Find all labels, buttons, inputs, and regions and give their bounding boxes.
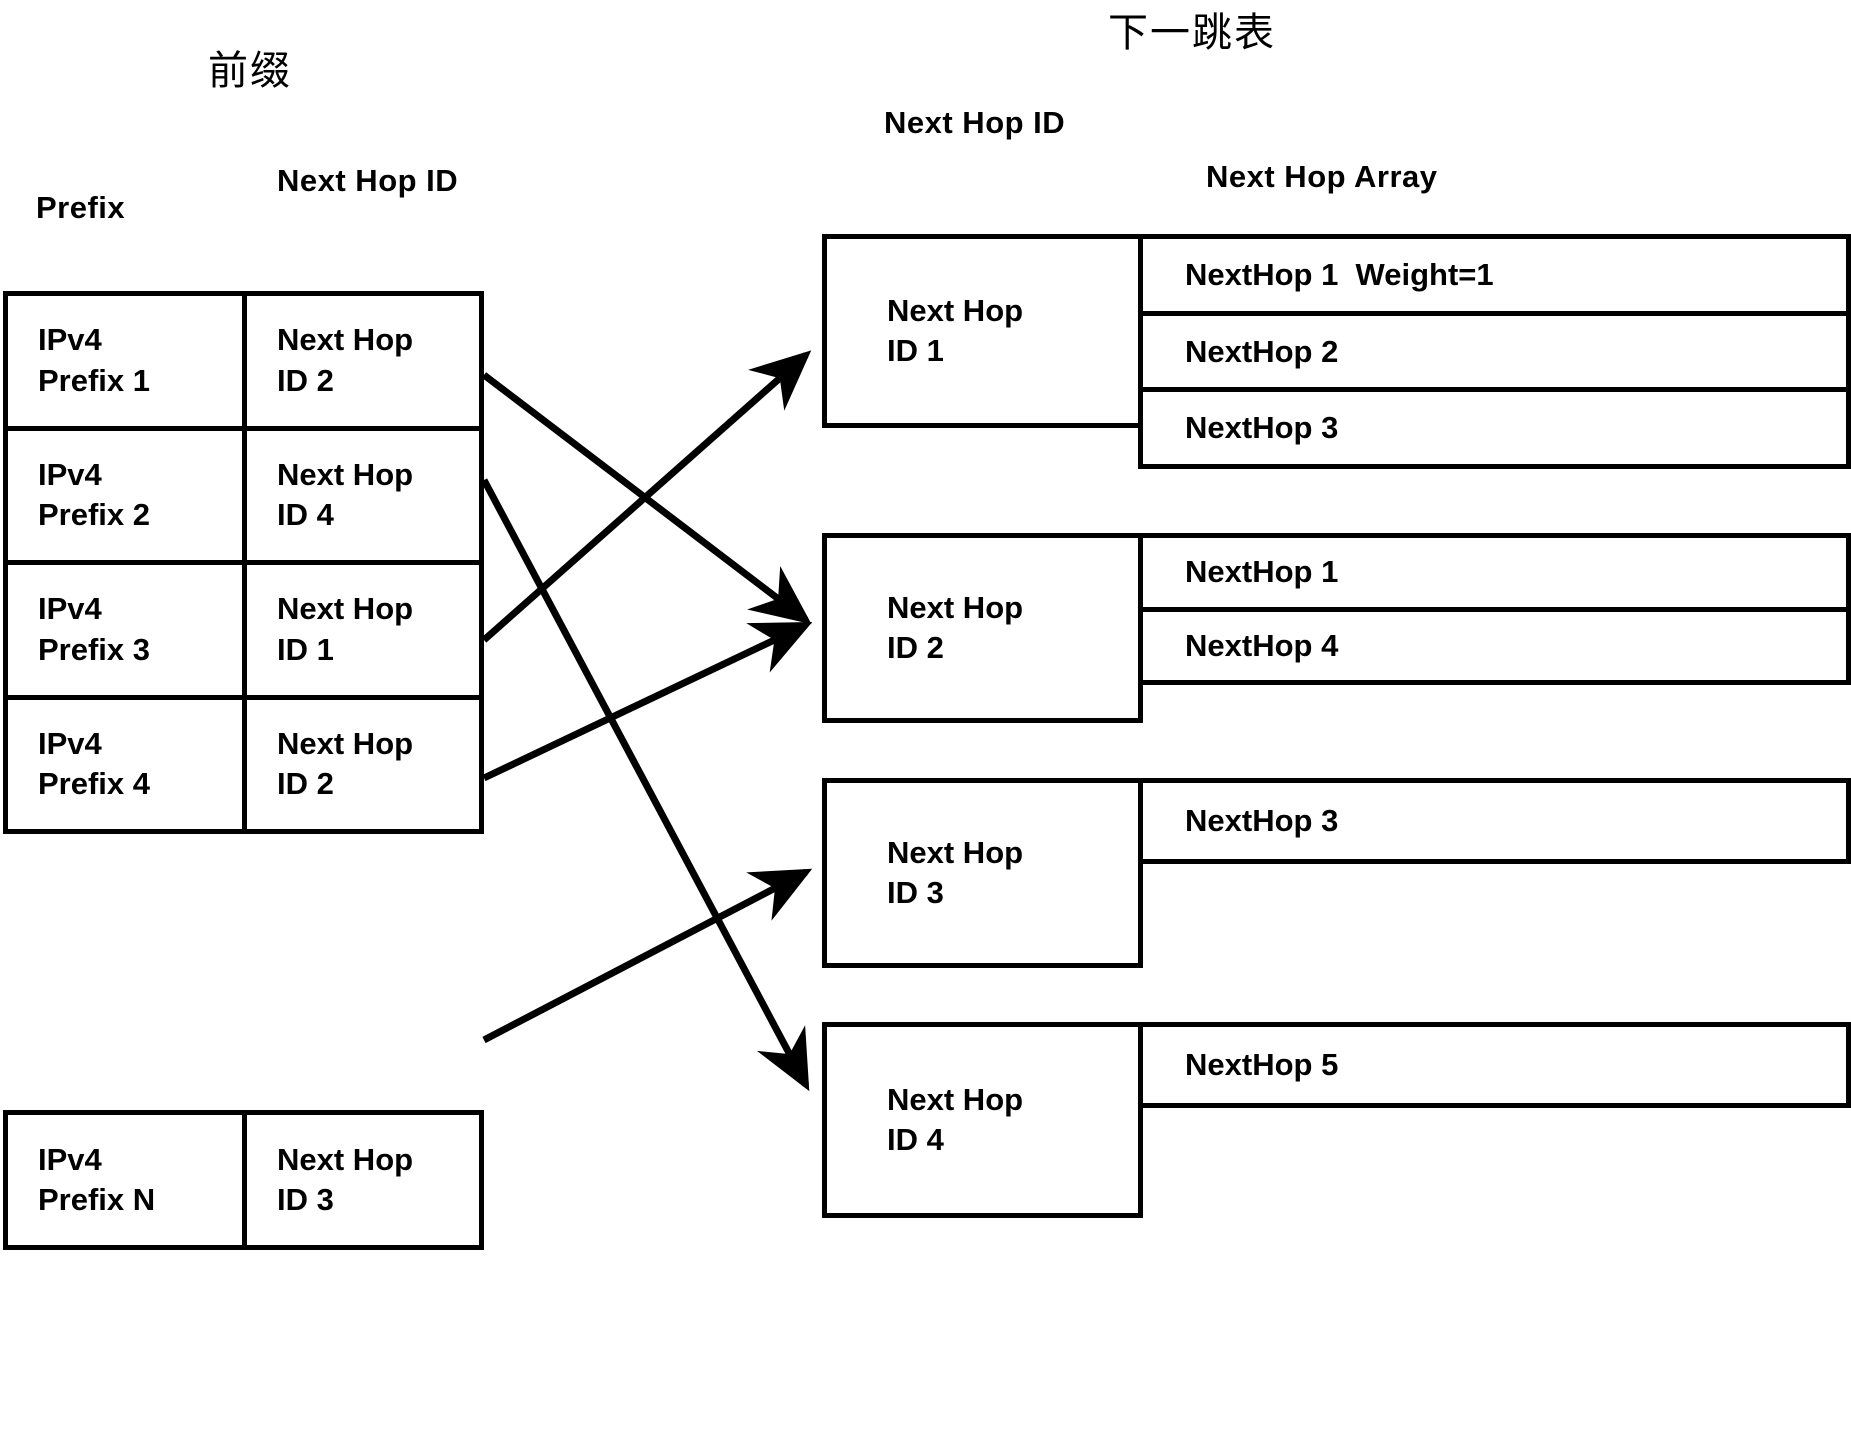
- table-row[interactable]: IPv4 Prefix 2 Next Hop ID 4: [8, 430, 479, 565]
- next-hop-id-cell: Next Hop ID 1: [277, 591, 414, 667]
- prefix-column-header: Prefix: [36, 190, 126, 225]
- table-row[interactable]: IPv4 Prefix 3 Next Hop ID 1: [8, 565, 479, 700]
- next-hop-block-2: Next Hop ID 2 NextHop 1 NextHop 4: [822, 533, 1851, 723]
- left-next-hop-id-column-header: Next Hop ID: [277, 163, 459, 198]
- arrow-prefix4-to-id2: [482, 621, 813, 782]
- next-hop-id-cell: Next Hop ID 4: [277, 456, 414, 533]
- table-row[interactable]: IPv4 Prefix 4 Next Hop ID 2: [8, 699, 479, 829]
- arrow-prefixN-to-id3: [482, 868, 813, 1044]
- next-hop-block-3: Next Hop ID 3 NextHop 3: [822, 778, 1851, 968]
- prefix-cell: IPv4 Prefix 3: [8, 565, 247, 695]
- right-next-hop-id-column-header: Next Hop ID: [884, 105, 1066, 140]
- next-hop-block-1: Next Hop ID 1 NextHop 1 Weight=1 NextHop…: [822, 234, 1851, 469]
- arrow-prefix3-to-id1: [481, 350, 812, 643]
- arrow-prefix1-to-id2: [481, 372, 812, 625]
- next-hop-id-box[interactable]: Next Hop ID 2: [822, 533, 1143, 723]
- next-hop-id-cell: Next Hop ID 2: [277, 322, 414, 398]
- next-hop-array-box: NextHop 1 NextHop 4: [1138, 533, 1851, 685]
- next-hop-array-item[interactable]: NextHop 5: [1143, 1027, 1846, 1103]
- arrow-prefix2-to-id4: [480, 478, 810, 1092]
- next-hop-block-4: Next Hop ID 4 NextHop 5: [822, 1022, 1851, 1218]
- prefix-cell: IPv4 Prefix N: [8, 1115, 247, 1245]
- prefix-table: IPv4 Prefix 1 Next Hop ID 2 IPv4 Prefix …: [3, 291, 484, 834]
- table-row[interactable]: IPv4 Prefix N Next Hop ID 3: [8, 1115, 479, 1245]
- next-hop-id-cell: Next Hop ID 3: [277, 1141, 414, 1217]
- left-section-title: 前缀: [208, 48, 292, 94]
- next-hop-array-item[interactable]: NextHop 3: [1143, 392, 1846, 464]
- right-section-title: 下一跳表: [1108, 10, 1276, 56]
- next-hop-array-item[interactable]: NextHop 1: [1143, 538, 1846, 612]
- next-hop-array-box: NextHop 5: [1138, 1022, 1851, 1108]
- next-hop-array-item[interactable]: NextHop 2: [1143, 316, 1846, 393]
- prefix-cell: IPv4 Prefix 4: [8, 699, 247, 829]
- table-row[interactable]: IPv4 Prefix 1 Next Hop ID 2: [8, 296, 479, 431]
- next-hop-array-item[interactable]: NextHop 1 Weight=1: [1143, 239, 1846, 316]
- next-hop-id-box[interactable]: Next Hop ID 3: [822, 778, 1143, 968]
- prefix-cell: IPv4 Prefix 2: [8, 430, 247, 560]
- next-hop-array-box: NextHop 1 Weight=1 NextHop 2 NextHop 3: [1138, 234, 1851, 469]
- diagram-canvas: 前缀 下一跳表 Prefix Next Hop ID Next Hop ID N…: [0, 0, 1851, 1429]
- next-hop-array-box: NextHop 3: [1138, 778, 1851, 864]
- next-hop-id-cell: Next Hop ID 2: [277, 725, 414, 802]
- next-hop-array-item[interactable]: NextHop 4: [1143, 612, 1846, 681]
- prefix-cell: IPv4 Prefix 1: [8, 296, 247, 426]
- next-hop-array-column-header: Next Hop Array: [1206, 159, 1438, 194]
- next-hop-id-box[interactable]: Next Hop ID 1: [822, 234, 1143, 428]
- prefix-table-last-row: IPv4 Prefix N Next Hop ID 3: [3, 1110, 484, 1250]
- next-hop-id-box[interactable]: Next Hop ID 4: [822, 1022, 1143, 1218]
- next-hop-array-item[interactable]: NextHop 3: [1143, 783, 1846, 859]
